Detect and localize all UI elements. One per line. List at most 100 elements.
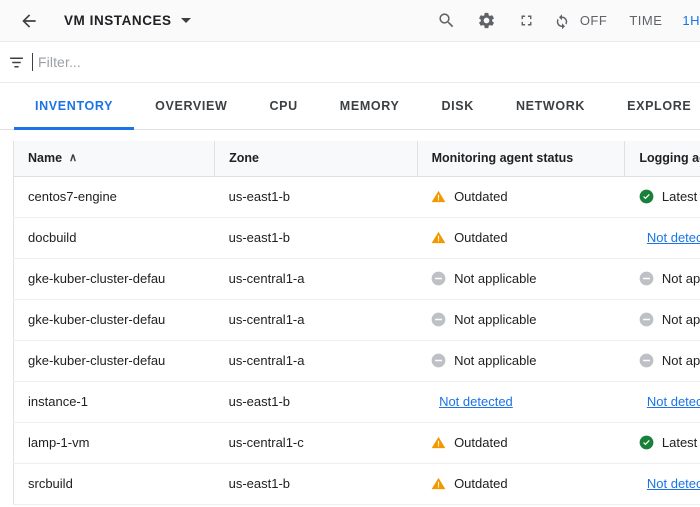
filter-input[interactable]: Filter... bbox=[32, 42, 700, 82]
tab-cpu[interactable]: CPU bbox=[248, 83, 318, 129]
monitoring-status-label: Not applicable bbox=[454, 271, 537, 286]
monitoring-status-label: Not applicable bbox=[454, 312, 537, 327]
cell-monitoring-status: Outdated bbox=[417, 217, 625, 259]
monitoring-status-label: Outdated bbox=[454, 435, 508, 450]
cell-zone: us-central1-a bbox=[214, 299, 418, 341]
cell-logging-status: Not detected bbox=[624, 463, 700, 505]
cell-instance-name[interactable]: centos7-engine bbox=[13, 176, 215, 218]
not-applicable-icon bbox=[431, 312, 446, 327]
logging-status-label: Not applicable bbox=[661, 312, 700, 327]
table-row[interactable]: instance-1 us-east1-b Not detected Not dete… bbox=[13, 381, 700, 423]
back-arrow-icon[interactable] bbox=[16, 8, 42, 34]
cell-instance-name[interactable]: srcbuild bbox=[13, 463, 215, 505]
fullscreen-icon[interactable] bbox=[507, 0, 547, 42]
cell-monitoring-status: Outdated bbox=[417, 176, 625, 218]
cell-instance-name[interactable]: lamp-1-vm bbox=[13, 422, 215, 464]
cell-monitoring-status: Not detected bbox=[417, 381, 625, 423]
table-row[interactable]: gke-kuber-cluster-defau us-central1-a Not … bbox=[13, 340, 700, 382]
filter-bar: Filter... bbox=[0, 42, 700, 83]
tab-explore[interactable]: EXPLORE bbox=[606, 83, 700, 129]
cell-monitoring-status: Outdated bbox=[417, 463, 625, 505]
cell-logging-status: Latest bbox=[624, 176, 700, 218]
cell-monitoring-status: Not applicable bbox=[417, 340, 625, 382]
tab-overview[interactable]: OVERVIEW bbox=[134, 83, 248, 129]
page-title: VM INSTANCES bbox=[64, 13, 172, 28]
outdated-icon bbox=[431, 476, 446, 491]
column-header-name-label: Name bbox=[28, 151, 63, 166]
cell-instance-name[interactable]: gke-kuber-cluster-defau bbox=[13, 299, 215, 341]
topbar-actions: OFF TIME 1H bbox=[427, 0, 700, 41]
gear-icon[interactable] bbox=[467, 0, 507, 42]
cell-zone: us-east1-b bbox=[214, 381, 418, 423]
filter-icon[interactable] bbox=[2, 48, 30, 76]
table-row[interactable]: docbuildus-east1-bOutdatedNot detected35… bbox=[13, 217, 700, 259]
column-header-name[interactable]: Name ∧ bbox=[13, 141, 216, 177]
logging-status-label: Latest bbox=[661, 435, 698, 450]
cell-zone: us-central1-a bbox=[214, 258, 418, 300]
monitoring-status-label: Outdated bbox=[454, 476, 508, 491]
logging-status-label: Not applicable bbox=[661, 271, 700, 286]
logging-status-link[interactable]: Not detected bbox=[647, 394, 700, 409]
logging-status-link[interactable]: Not detected bbox=[647, 230, 700, 245]
auto-refresh-toggle[interactable]: OFF bbox=[547, 0, 614, 42]
time-button[interactable]: TIME bbox=[623, 13, 668, 28]
refresh-state-label: OFF bbox=[579, 13, 608, 28]
table-row[interactable]: centos7-engineus-east1-bOutdatedLatest35… bbox=[13, 176, 700, 218]
time-range-value[interactable]: 1H bbox=[682, 13, 700, 28]
cell-monitoring-status: Not applicable bbox=[417, 299, 625, 341]
latest-icon bbox=[639, 435, 654, 450]
table-row[interactable]: srcbuildus-east1-bOutdatedNot detected35… bbox=[13, 463, 700, 505]
tab-network[interactable]: NETWORK bbox=[495, 83, 606, 129]
cell-logging-status: Latest bbox=[624, 422, 700, 464]
outdated-icon bbox=[431, 435, 446, 450]
column-header-monitoring-agent-status[interactable]: Monitoring agent status bbox=[417, 141, 626, 177]
table-row[interactable]: lamp-1-vmus-central1-cOutdatedLatest35.2… bbox=[13, 422, 700, 464]
table-row[interactable]: gke-kuber-cluster-defau us-central1-a Not … bbox=[13, 258, 700, 300]
cell-instance-name[interactable]: instance-1 bbox=[13, 381, 215, 423]
search-icon[interactable] bbox=[427, 0, 467, 42]
not-applicable-icon bbox=[639, 312, 654, 327]
monitoring-status-label: Outdated bbox=[454, 189, 508, 204]
cell-monitoring-status: Outdated bbox=[417, 422, 625, 464]
not-applicable-icon bbox=[431, 353, 446, 368]
instances-table-container: Name ∧ Zone Monitoring agent status Logg… bbox=[0, 130, 700, 507]
cell-instance-name[interactable]: gke-kuber-cluster-defau bbox=[13, 258, 215, 300]
cell-instance-name[interactable]: gke-kuber-cluster-defau bbox=[13, 340, 215, 382]
filter-placeholder: Filter... bbox=[38, 54, 81, 70]
monitoring-status-link[interactable]: Not detected bbox=[439, 394, 513, 409]
monitoring-status-label: Outdated bbox=[454, 230, 508, 245]
outdated-icon bbox=[431, 189, 446, 204]
monitoring-status-label: Not applicable bbox=[454, 353, 537, 368]
column-header-logging-agent-status[interactable]: Logging agent status bbox=[624, 141, 700, 177]
cell-zone: us-central1-c bbox=[214, 422, 418, 464]
cell-zone: us-east1-b bbox=[214, 217, 418, 259]
logging-status-label: Latest bbox=[661, 189, 698, 204]
logging-status-link[interactable]: Not detected bbox=[647, 476, 700, 491]
cell-instance-name[interactable]: docbuild bbox=[13, 217, 215, 259]
sort-ascending-icon: ∧ bbox=[69, 151, 78, 164]
table-header-row: Name ∧ Zone Monitoring agent status Logg… bbox=[13, 141, 700, 177]
text-cursor bbox=[32, 53, 33, 71]
chevron-down-icon[interactable] bbox=[180, 18, 191, 23]
not-applicable-icon bbox=[639, 271, 654, 286]
tab-memory[interactable]: MEMORY bbox=[319, 83, 421, 129]
table-body: centos7-engineus-east1-bOutdatedLatest35… bbox=[13, 176, 700, 505]
logging-status-label: Not applicable bbox=[661, 353, 700, 368]
column-header-zone[interactable]: Zone bbox=[214, 141, 418, 177]
top-app-bar: VM INSTANCES OFF TIME 1H bbox=[0, 0, 700, 42]
cell-logging-status: Not detected bbox=[624, 217, 700, 259]
cell-logging-status: Not applicable bbox=[624, 299, 700, 341]
cell-logging-status: Not detected bbox=[624, 381, 700, 423]
cell-logging-status: Not applicable bbox=[624, 258, 700, 300]
cell-logging-status: Not applicable bbox=[624, 340, 700, 382]
cell-zone: us-central1-a bbox=[214, 340, 418, 382]
refresh-icon bbox=[547, 0, 577, 42]
tab-disk[interactable]: DISK bbox=[420, 83, 494, 129]
cell-monitoring-status: Not applicable bbox=[417, 258, 625, 300]
latest-icon bbox=[639, 189, 654, 204]
cell-zone: us-east1-b bbox=[214, 463, 418, 505]
table-row[interactable]: gke-kuber-cluster-defau us-central1-a Not … bbox=[13, 299, 700, 341]
tab-inventory[interactable]: INVENTORY bbox=[14, 83, 135, 130]
cell-zone: us-east1-b bbox=[214, 176, 418, 218]
tab-bar: INVENTORY OVERVIEW CPU MEMORY DISK NETWO… bbox=[0, 83, 700, 130]
